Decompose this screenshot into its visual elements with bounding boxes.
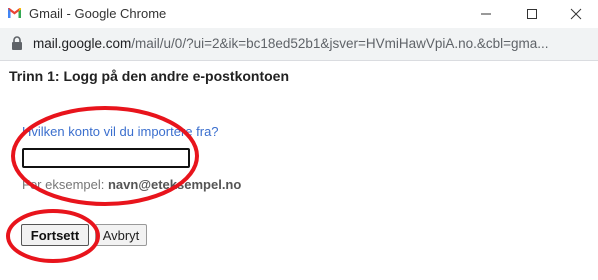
cancel-button[interactable]: Avbryt — [95, 224, 147, 246]
url-host: mail.google.com — [33, 36, 132, 51]
gmail-logo-icon — [8, 8, 21, 18]
window-title: Gmail - Google Chrome — [29, 6, 167, 21]
maximize-icon — [527, 9, 537, 19]
account-email-input[interactable] — [22, 148, 190, 168]
minimize-icon — [481, 13, 491, 15]
continue-button[interactable]: Fortsett — [21, 224, 89, 246]
url-path: /mail/u/0/?ui=2&ik=bc18ed52b1&jsver=HVmi… — [131, 36, 549, 51]
minimize-button[interactable] — [464, 0, 508, 28]
url-text[interactable]: mail.google.com/mail/u/0/?ui=2&ik=bc18ed… — [33, 36, 593, 51]
example-hint: For eksempel: navn@eteksempel.no — [22, 177, 241, 192]
page-heading: Trinn 1: Logg på den andre e-postkontoen — [9, 68, 290, 84]
maximize-button[interactable] — [510, 0, 554, 28]
lock-icon — [12, 36, 22, 50]
close-icon — [570, 8, 582, 20]
address-bar[interactable]: mail.google.com/mail/u/0/?ui=2&ik=bc18ed… — [0, 28, 598, 61]
window-titlebar: Gmail - Google Chrome — [0, 0, 598, 28]
close-window-button[interactable] — [554, 0, 598, 28]
example-email: navn@eteksempel.no — [107, 177, 242, 192]
import-account-question: Hvilken konto vil du importere fra? — [22, 124, 219, 139]
example-prefix: For eksempel: — [22, 177, 108, 192]
